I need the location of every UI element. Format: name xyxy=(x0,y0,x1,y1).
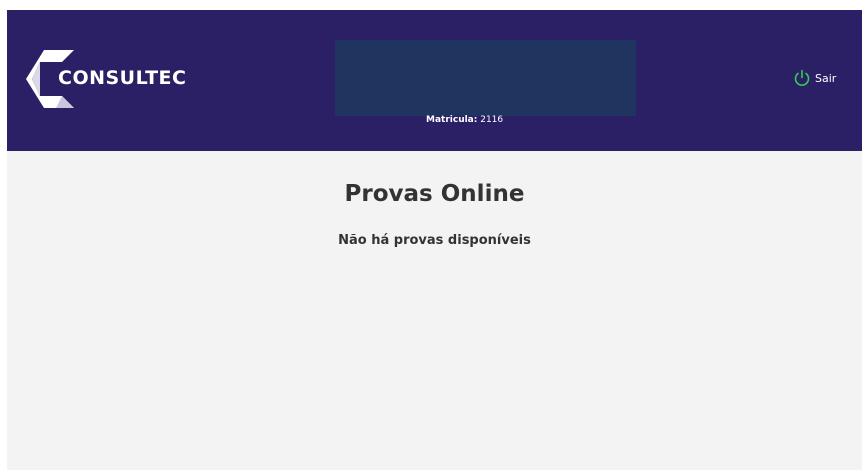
logout-label: Sair xyxy=(815,71,837,85)
page-title: Provas Online xyxy=(344,181,525,207)
main-content: Provas Online Não há provas disponíveis xyxy=(7,151,862,470)
empty-state-message: Não há provas disponíveis xyxy=(338,233,531,248)
logout-button[interactable]: Sair xyxy=(793,69,836,87)
matricula: Matricula: 2116 xyxy=(426,115,503,125)
power-icon xyxy=(794,69,810,86)
header: CONSULTEC Matricula: 2116 Sair xyxy=(7,10,862,151)
matricula-label: Matricula: xyxy=(426,115,478,125)
user-info-box xyxy=(335,40,636,116)
logo[interactable]: CONSULTEC xyxy=(26,50,196,108)
logo-text: CONSULTEC xyxy=(58,67,187,89)
app-frame: CONSULTEC Matricula: 2116 Sair Provas On… xyxy=(7,10,862,470)
matricula-value: 2116 xyxy=(480,115,504,125)
